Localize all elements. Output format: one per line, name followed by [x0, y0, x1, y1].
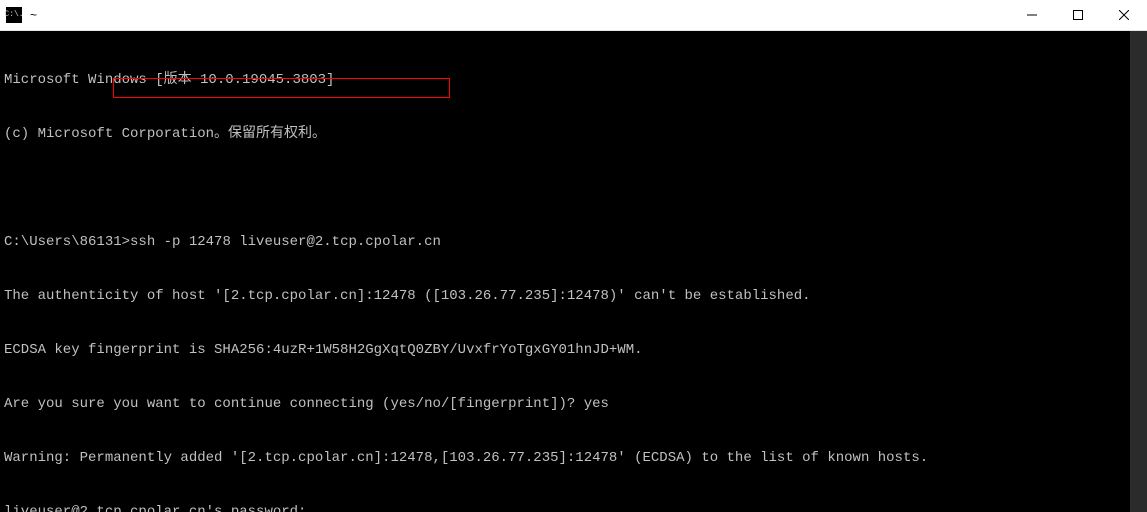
window-title-bar: C:\. ~	[0, 0, 1147, 31]
window-title: ~	[30, 8, 37, 22]
prompt-line: C:\Users\86131>ssh -p 12478 liveuser@2.t…	[4, 233, 1143, 251]
ssh-auth-line: The authenticity of host '[2.tcp.cpolar.…	[4, 287, 1143, 305]
vertical-scrollbar[interactable]	[1130, 31, 1147, 512]
ssh-fingerprint-line: ECDSA key fingerprint is SHA256:4uzR+1W5…	[4, 341, 1143, 359]
prompt-text: C:\Users\86131>	[4, 234, 130, 250]
blank-line	[4, 179, 1143, 197]
maximize-button[interactable]	[1055, 0, 1101, 30]
terminal-viewport[interactable]: Microsoft Windows [版本 10.0.19045.3803] (…	[0, 31, 1147, 512]
minimize-button[interactable]	[1009, 0, 1055, 30]
intro-line-2: (c) Microsoft Corporation。保留所有权利。	[4, 125, 1143, 143]
ssh-confirm-line: Are you sure you want to continue connec…	[4, 395, 1143, 413]
close-button[interactable]	[1101, 0, 1147, 30]
ssh-password-line: liveuser@2.tcp.cpolar.cn's password:	[4, 503, 1143, 512]
app-icon: C:\.	[6, 7, 22, 23]
ssh-command: ssh -p 12478 liveuser@2.tcp.cpolar.cn	[130, 234, 441, 250]
ssh-warning-line: Warning: Permanently added '[2.tcp.cpola…	[4, 449, 1143, 467]
intro-line-1: Microsoft Windows [版本 10.0.19045.3803]	[4, 71, 1143, 89]
